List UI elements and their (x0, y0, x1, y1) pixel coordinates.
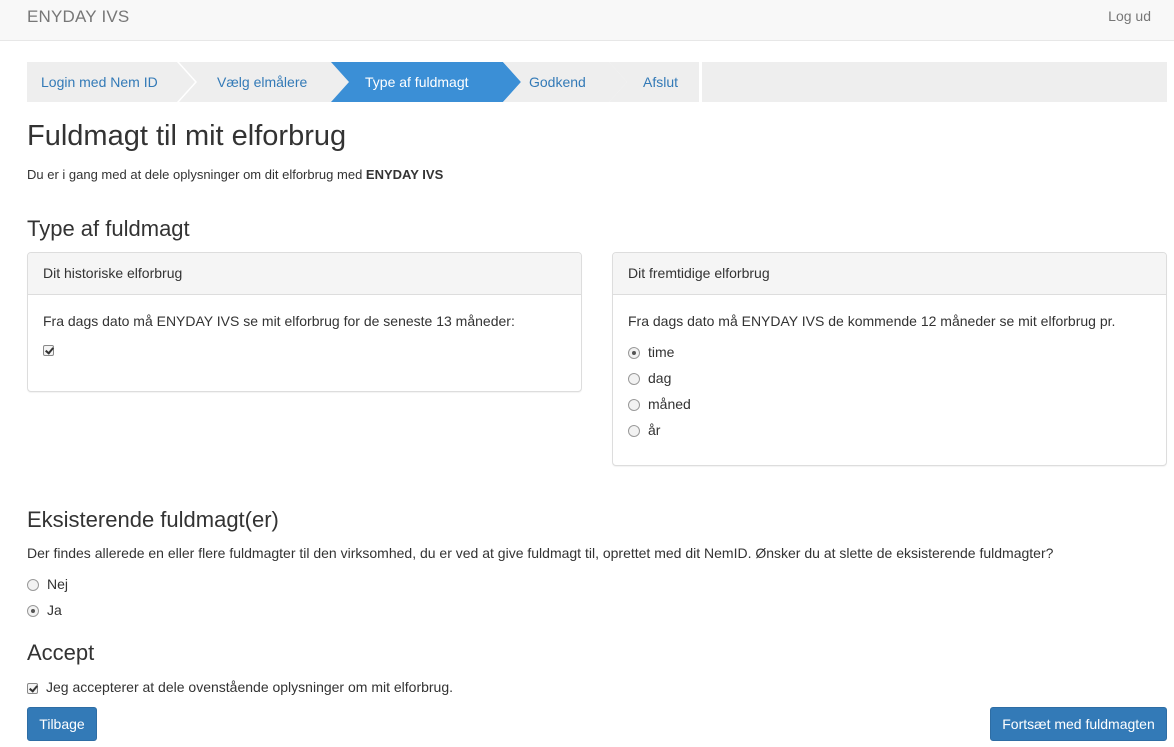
existing-option-yes[interactable]: Ja (27, 601, 62, 619)
continue-button[interactable]: Fortsæt med fuldmagten (990, 707, 1167, 741)
panel-body: Fra dags dato må ENYDAY IVS se mit elfor… (28, 295, 581, 372)
step-label: Afslut (643, 74, 679, 90)
future-option-year[interactable]: år (628, 421, 660, 439)
step-label: Login med Nem ID (41, 74, 158, 90)
intro-text: Du er i gang med at dele oplysninger om … (27, 167, 443, 182)
option-label: dag (648, 370, 672, 386)
step-login-nemid[interactable]: Login med Nem ID (27, 62, 195, 102)
option-label: time (648, 344, 675, 360)
existing-option-no[interactable]: Nej (27, 575, 68, 593)
panel-body: Fra dags dato må ENYDAY IVS de kommende … (613, 295, 1166, 344)
section-heading-type: Type af fuldmagt (27, 216, 190, 241)
brand-name[interactable]: ENYDAY IVS (27, 7, 129, 27)
step-authorization-type[interactable]: Type af fuldmagt (331, 62, 521, 102)
page-title: Fuldmagt til mit elforbrug (27, 120, 347, 152)
radio-button[interactable] (628, 373, 640, 386)
historic-checkbox[interactable] (43, 344, 54, 356)
panel-heading: Dit fremtidige elforbrug (613, 253, 1166, 295)
radio-button[interactable] (27, 605, 39, 618)
panel-historic-usage: Dit historiske elforbrug Fra dags dato m… (27, 252, 582, 392)
wizard-steps-filler (702, 62, 1167, 102)
section-heading-accept: Accept (27, 640, 95, 665)
future-option-time[interactable]: time (628, 343, 674, 361)
future-option-month[interactable]: måned (628, 395, 691, 413)
accept-checkbox-row[interactable]: Jeg accepterer at dele ovenstående oplys… (27, 678, 453, 696)
wizard-steps: Login med Nem ID Vælg elmålere Type af f… (27, 62, 1167, 102)
intro-prefix: Du er i gang med at dele oplysninger om … (27, 167, 366, 182)
radio-button[interactable] (628, 399, 640, 412)
step-finish[interactable]: Afslut (609, 62, 699, 102)
option-label: år (648, 422, 661, 438)
accept-label: Jeg accepterer at dele ovenstående oplys… (46, 679, 454, 695)
historic-text: Fra dags dato må ENYDAY IVS se mit elfor… (43, 313, 515, 329)
step-label: Godkend (529, 74, 586, 90)
option-label: måned (648, 396, 691, 412)
intro-company: ENYDAY IVS (365, 167, 444, 182)
radio-button[interactable] (628, 425, 640, 438)
logout-link[interactable]: Log ud (1108, 8, 1151, 24)
option-label: Ja (47, 602, 62, 618)
step-label: Vælg elmålere (217, 74, 308, 90)
future-text: Fra dags dato må ENYDAY IVS de kommende … (628, 313, 1116, 329)
section-heading-existing: Eksisterende fuldmagt(er) (27, 507, 279, 532)
step-label: Type af fuldmagt (365, 74, 469, 90)
existing-description: Der findes allerede en eller flere fuldm… (27, 545, 1054, 561)
future-option-day[interactable]: dag (628, 369, 671, 387)
option-label: Nej (47, 576, 69, 592)
panel-future-usage: Dit fremtidige elforbrug Fra dags dato m… (612, 252, 1167, 466)
step-select-meters[interactable]: Vælg elmålere (179, 62, 351, 102)
accept-checkbox[interactable] (27, 682, 38, 694)
radio-button[interactable] (27, 579, 39, 592)
navbar: ENYDAY IVS Log ud (0, 0, 1174, 41)
radio-button[interactable] (628, 347, 640, 360)
back-button[interactable]: Tilbage (27, 707, 97, 741)
panel-heading: Dit historiske elforbrug (28, 253, 581, 295)
